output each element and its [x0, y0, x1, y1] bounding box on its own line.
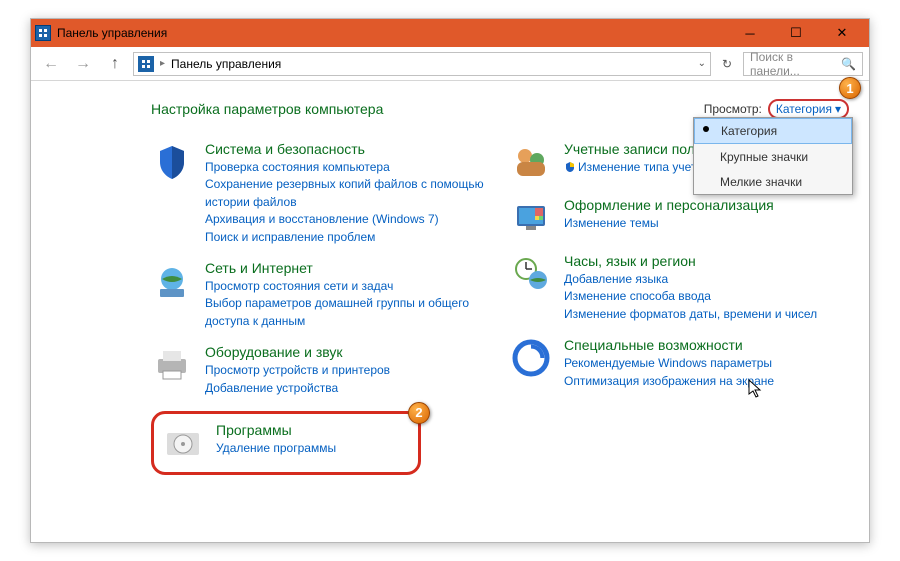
cursor-icon [748, 379, 764, 404]
breadcrumb-sep: ▸ [160, 58, 165, 69]
category-title[interactable]: Специальные возможности [564, 337, 774, 353]
up-button[interactable]: ↑ [101, 51, 129, 77]
category-link[interactable]: Архивация и восстановление (Windows 7) [205, 211, 490, 228]
category-link[interactable]: Изменение способа ввода [564, 288, 817, 305]
annotation-1: 1 [839, 77, 861, 99]
search-icon: 🔍 [841, 57, 856, 71]
category-appearance: Оформление и персонализация Изменение те… [510, 197, 849, 239]
page-title: Настройка параметров компьютера [151, 101, 383, 117]
view-by-value: Категория [776, 102, 832, 116]
uac-shield-icon [564, 161, 576, 173]
titlebar: Панель управления ─ ☐ ✕ [31, 19, 869, 47]
category-link[interactable]: Изменение темы [564, 215, 774, 232]
minimize-button[interactable]: ─ [727, 19, 773, 47]
breadcrumb-label: Панель управления [171, 57, 281, 71]
printer-icon [151, 344, 193, 386]
category-programs-highlight: 2 Программы Удаление программы [151, 411, 421, 475]
category-hardware: Оборудование и звук Просмотр устройств и… [151, 344, 490, 397]
shield-icon [151, 141, 193, 183]
category-system-security: Система и безопасность Проверка состояни… [151, 141, 490, 246]
forward-button[interactable]: → [69, 51, 97, 77]
category-link[interactable]: Удаление программы [216, 440, 336, 457]
users-icon [510, 141, 552, 183]
category-link[interactable]: Изменение форматов даты, времени и чисел [564, 306, 817, 323]
view-by-label: Просмотр: [704, 102, 762, 116]
category-title[interactable]: Часы, язык и регион [564, 253, 817, 269]
back-button[interactable]: ← [37, 51, 65, 77]
globe-icon [151, 260, 193, 302]
search-input[interactable]: Поиск в панели... 🔍 [743, 52, 863, 76]
category-link[interactable]: Просмотр устройств и принтеров [205, 362, 390, 379]
disc-icon [162, 422, 204, 464]
chevron-down-icon: ▾ [835, 102, 841, 116]
category-link[interactable]: Добавление языка [564, 271, 817, 288]
category-link[interactable]: Выбор параметров домашней группы и общег… [205, 295, 490, 330]
category-link[interactable]: Рекомендуемые Windows параметры [564, 355, 774, 372]
refresh-button[interactable]: ↻ [715, 52, 739, 76]
view-dropdown-menu: Категория Крупные значки Мелкие значки [693, 117, 853, 195]
control-panel-icon [35, 25, 51, 41]
ease-of-access-icon [510, 337, 552, 379]
search-placeholder: Поиск в панели... [750, 50, 841, 78]
window-title: Панель управления [57, 26, 727, 40]
category-title[interactable]: Система и безопасность [205, 141, 490, 157]
annotation-2: 2 [408, 402, 430, 424]
category-link[interactable]: Просмотр состояния сети и задач [205, 278, 490, 295]
category-title[interactable]: Программы [216, 422, 336, 438]
view-by: Просмотр: Категория ▾ 1 Категория Крупны… [704, 99, 849, 119]
dropdown-item-small-icons[interactable]: Мелкие значки [694, 169, 852, 194]
titlebar-buttons: ─ ☐ ✕ [727, 19, 865, 47]
left-column: Система и безопасность Проверка состояни… [151, 141, 490, 475]
bullet-icon [703, 126, 709, 132]
category-link[interactable]: Поиск и исправление проблем [205, 229, 490, 246]
content-area: Настройка параметров компьютера Просмотр… [31, 81, 869, 542]
monitor-icon [510, 197, 552, 239]
navbar: ← → ↑ ▸ Панель управления ⌄ ↻ Поиск в па… [31, 47, 869, 81]
category-title[interactable]: Сеть и Интернет [205, 260, 490, 276]
category-link[interactable]: Сохранение резервных копий файлов с помо… [205, 176, 490, 211]
category-link[interactable]: Проверка состояния компьютера [205, 159, 490, 176]
category-ease-of-access: Специальные возможности Рекомендуемые Wi… [510, 337, 849, 390]
clock-globe-icon [510, 253, 552, 295]
breadcrumb[interactable]: ▸ Панель управления ⌄ [133, 52, 711, 76]
control-panel-window: Панель управления ─ ☐ ✕ ← → ↑ ▸ Панель у… [30, 18, 870, 543]
control-panel-icon [138, 56, 154, 72]
view-by-dropdown[interactable]: Категория ▾ 1 [768, 99, 849, 119]
category-network: Сеть и Интернет Просмотр состояния сети … [151, 260, 490, 330]
category-title[interactable]: Оборудование и звук [205, 344, 390, 360]
dropdown-item-category[interactable]: Категория [694, 118, 852, 144]
close-button[interactable]: ✕ [819, 19, 865, 47]
category-link[interactable]: Добавление устройства [205, 380, 390, 397]
maximize-button[interactable]: ☐ [773, 19, 819, 47]
category-link[interactable]: Оптимизация изображения на экране [564, 373, 774, 390]
breadcrumb-chevron-icon[interactable]: ⌄ [698, 58, 706, 69]
dropdown-item-large-icons[interactable]: Крупные значки [694, 144, 852, 169]
header-row: Настройка параметров компьютера Просмотр… [151, 99, 849, 119]
category-clock-language: Часы, язык и регион Добавление языка Изм… [510, 253, 849, 323]
category-title[interactable]: Оформление и персонализация [564, 197, 774, 213]
